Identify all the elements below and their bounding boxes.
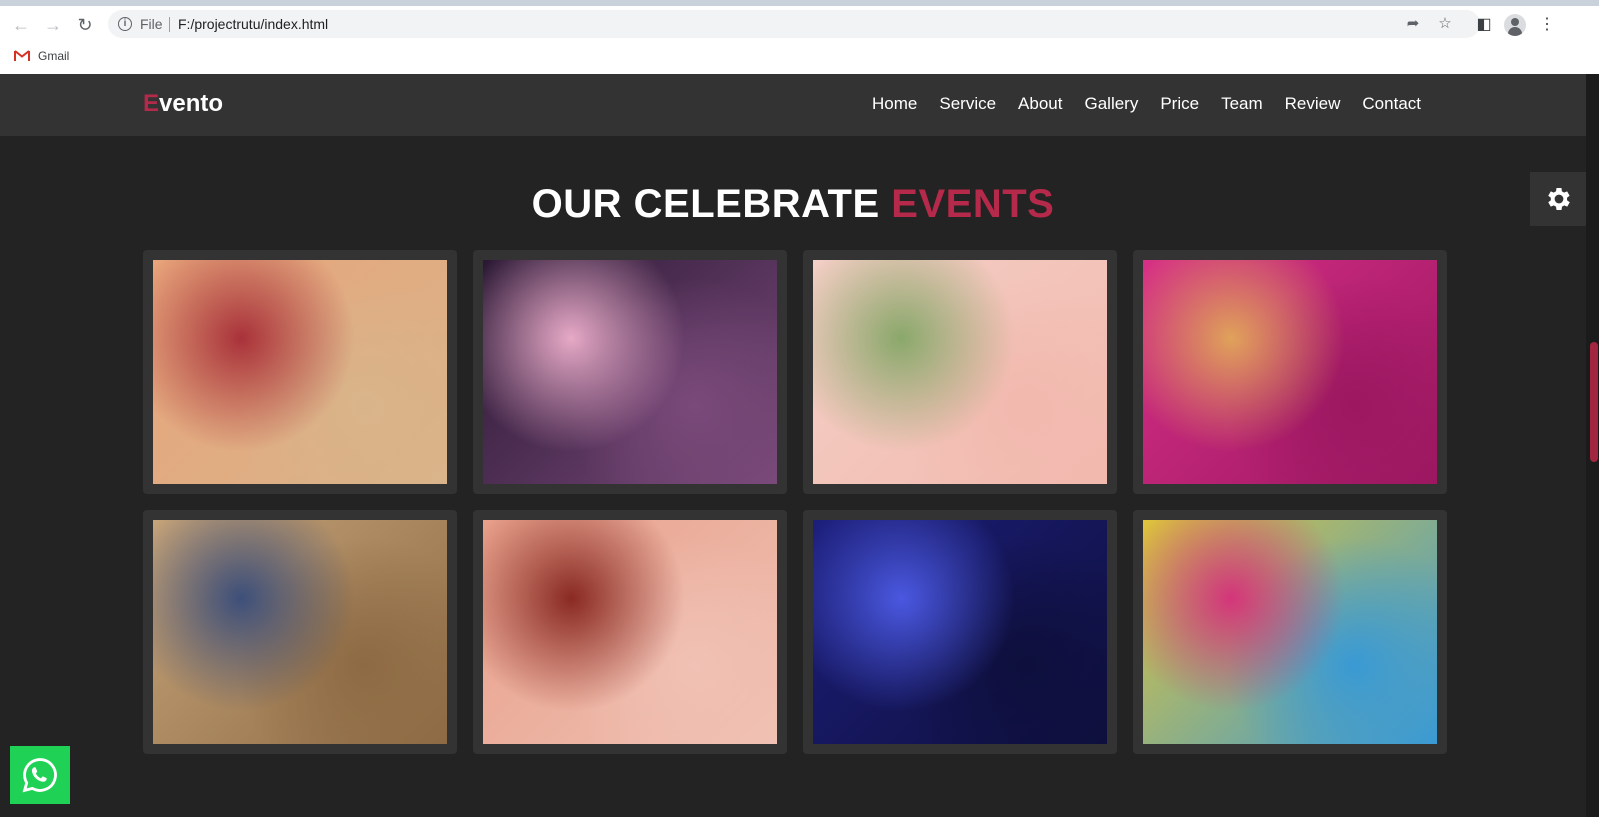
nav-price[interactable]: Price	[1160, 94, 1199, 114]
reload-icon[interactable]: ↻	[75, 15, 95, 35]
logo-first-letter: E	[143, 90, 160, 117]
profile-avatar-icon[interactable]	[1504, 14, 1526, 36]
nav-home[interactable]: Home	[872, 94, 917, 114]
nav-contact[interactable]: Contact	[1362, 94, 1421, 114]
page-scrollbar[interactable]	[1586, 74, 1599, 817]
bookmark-gmail[interactable]: Gmail	[38, 49, 69, 63]
gallery-photo-birthday	[483, 260, 777, 484]
side-panel-icon[interactable]: ◧	[1474, 15, 1494, 35]
address-bar-row: ← → ↻ i File F:/projectrutu/index.html ➦…	[0, 6, 1599, 42]
heading-accent: EVENTS	[891, 182, 1055, 226]
menu-kebab-icon[interactable]: ⋮	[1537, 15, 1557, 35]
gallery-card[interactable]	[1133, 510, 1447, 754]
gallery-photo-reception	[153, 520, 447, 744]
gallery-card[interactable]	[143, 510, 457, 754]
main-nav: Home Service About Gallery Price Team Re…	[850, 94, 1421, 114]
heading-main: OUR CELEBRATE	[531, 182, 880, 226]
gallery-card[interactable]	[473, 250, 787, 494]
gallery-photo-banquet-hall	[813, 520, 1107, 744]
omnibox[interactable]: i File F:/projectrutu/index.html ➦ ☆	[108, 10, 1480, 38]
nav-about[interactable]: About	[1018, 94, 1062, 114]
section-heading: OUR CELEBRATE EVENTS	[0, 182, 1586, 227]
gallery-card[interactable]	[803, 250, 1117, 494]
gallery-photo-baby-shower	[813, 260, 1107, 484]
settings-toggle[interactable]	[1530, 172, 1586, 226]
gallery-card[interactable]	[1133, 250, 1447, 494]
gallery-card[interactable]	[803, 510, 1117, 754]
gallery-card[interactable]	[473, 510, 787, 754]
site-header: Evento Home Service About Gallery Price …	[0, 74, 1586, 136]
scrollbar-thumb[interactable]	[1590, 342, 1598, 462]
star-icon[interactable]: ☆	[1436, 15, 1454, 33]
logo-rest: vento	[159, 90, 224, 117]
nav-service[interactable]: Service	[939, 94, 996, 114]
gmail-icon[interactable]	[14, 50, 30, 62]
gear-icon	[1548, 188, 1570, 210]
share-icon[interactable]: ➦	[1404, 15, 1422, 33]
page-content: Evento Home Service About Gallery Price …	[0, 74, 1586, 817]
url-separator	[169, 17, 170, 32]
back-arrow-icon[interactable]: ←	[11, 15, 31, 35]
nav-review[interactable]: Review	[1285, 94, 1341, 114]
nav-team[interactable]: Team	[1221, 94, 1263, 114]
info-icon[interactable]: i	[118, 17, 132, 31]
file-label: File	[140, 16, 163, 32]
gallery-photo-ganesha	[1143, 260, 1437, 484]
url-text[interactable]: F:/projectrutu/index.html	[178, 16, 328, 32]
site-logo[interactable]: Evento	[143, 90, 223, 118]
event-gallery	[143, 250, 1447, 754]
forward-arrow-icon[interactable]: →	[43, 15, 63, 35]
gallery-photo-holi	[1143, 520, 1437, 744]
bookmarks-bar: Gmail	[0, 42, 1599, 74]
nav-gallery[interactable]: Gallery	[1084, 94, 1138, 114]
gallery-photo-wedding	[153, 260, 447, 484]
whatsapp-chat-button[interactable]	[10, 746, 70, 804]
gallery-card[interactable]	[143, 250, 457, 494]
whatsapp-icon	[22, 758, 57, 793]
gallery-photo-bride-party	[483, 520, 777, 744]
